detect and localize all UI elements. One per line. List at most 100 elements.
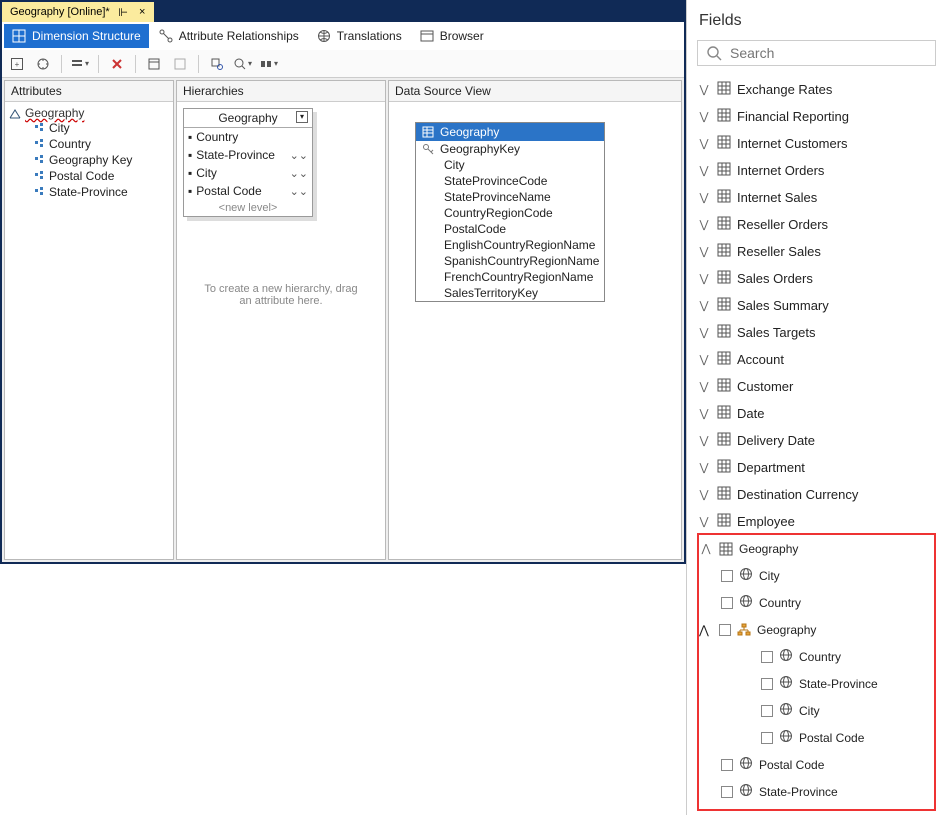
- view-dropdown[interactable]: [69, 53, 91, 75]
- expand-icon[interactable]: ⋁: [697, 272, 711, 285]
- field-table-row[interactable]: ⋁Internet Sales: [697, 184, 936, 211]
- field-table-row[interactable]: ⋁Account: [697, 346, 936, 373]
- field-attribute[interactable]: Country: [761, 643, 934, 670]
- expand-icon[interactable]: ⋁: [697, 164, 711, 177]
- expand-icon[interactable]: ⋁: [697, 353, 711, 366]
- field-attribute[interactable]: City: [761, 697, 934, 724]
- dsv-column[interactable]: CountryRegionCode: [416, 205, 604, 221]
- document-tab-geography[interactable]: Geography [Online]* ⊩ ×: [2, 2, 154, 22]
- attribute-item[interactable]: State-Province: [9, 184, 169, 200]
- dsv-key-row[interactable]: GeographyKey: [416, 141, 604, 157]
- process-button[interactable]: [32, 53, 54, 75]
- dsv-column[interactable]: SalesTerritoryKey: [416, 285, 604, 301]
- expand-icon[interactable]: ⋁: [697, 218, 711, 231]
- dsv-canvas[interactable]: Geography GeographyKey CityStateProvince…: [389, 102, 681, 559]
- dsv-table-geography[interactable]: Geography GeographyKey CityStateProvince…: [415, 122, 605, 302]
- field-attribute[interactable]: Country: [721, 589, 934, 616]
- hierarchy-level[interactable]: ▪Country: [184, 128, 312, 146]
- attributes-tree[interactable]: Geography CityCountryGeography KeyPostal…: [5, 102, 173, 204]
- collapse-icon[interactable]: ⋀: [699, 623, 713, 637]
- attribute-item[interactable]: City: [9, 120, 169, 136]
- field-table-geography[interactable]: ⋀ Geography: [699, 535, 934, 562]
- field-hierarchy-geography[interactable]: ⋀ Geography: [721, 616, 934, 643]
- field-attribute[interactable]: State-Province: [761, 670, 934, 697]
- attribute-item[interactable]: Geography Key: [9, 152, 169, 168]
- tab-attribute-relationships[interactable]: Attribute Relationships: [151, 24, 307, 48]
- collapse-icon[interactable]: ⋀: [699, 542, 713, 555]
- tab-browser[interactable]: Browser: [412, 24, 492, 48]
- hierarchy-dropdown-icon[interactable]: ▾: [296, 111, 308, 123]
- find-table-button[interactable]: [206, 53, 228, 75]
- field-table-row[interactable]: ⋁Internet Orders: [697, 157, 936, 184]
- expand-icon[interactable]: ⋁: [697, 488, 711, 501]
- expand-icon[interactable]: ⋁: [697, 461, 711, 474]
- expand-icon[interactable]: ⋁: [697, 434, 711, 447]
- expand-icon[interactable]: ⋁: [697, 137, 711, 150]
- field-attribute[interactable]: State-Province: [721, 778, 934, 805]
- dsv-column[interactable]: StateProvinceCode: [416, 173, 604, 189]
- field-checkbox[interactable]: [721, 570, 733, 582]
- hierarchy-level[interactable]: ▪Postal Code⌄⌄: [184, 182, 312, 200]
- attribute-item[interactable]: Postal Code: [9, 168, 169, 184]
- expand-icon[interactable]: ⋁: [697, 191, 711, 204]
- field-table-row[interactable]: ⋁Sales Summary: [697, 292, 936, 319]
- field-table-row[interactable]: ⋁Destination Currency: [697, 481, 936, 508]
- fields-search[interactable]: [697, 40, 936, 66]
- field-table-row[interactable]: ⋁Sales Orders: [697, 265, 936, 292]
- tab-dimension-structure[interactable]: Dimension Structure: [4, 24, 149, 48]
- field-table-row[interactable]: ⋁Employee: [697, 508, 936, 535]
- hierarchy-card-geography[interactable]: Geography ▾ ▪Country▪State-Province⌄⌄▪Ci…: [183, 108, 313, 217]
- field-checkbox[interactable]: [721, 786, 733, 798]
- dsv-column[interactable]: StateProvinceName: [416, 189, 604, 205]
- close-icon[interactable]: ×: [137, 6, 148, 18]
- field-checkbox[interactable]: [721, 759, 733, 771]
- dsv-column[interactable]: SpanishCountryRegionName: [416, 253, 604, 269]
- delete-button[interactable]: [106, 53, 128, 75]
- field-table-row[interactable]: ⋁Sales Targets: [697, 319, 936, 346]
- expand-icon[interactable]: ⋁: [697, 299, 711, 312]
- field-attribute[interactable]: City: [721, 562, 934, 589]
- attribute-item[interactable]: Country: [9, 136, 169, 152]
- zoom-dropdown[interactable]: [232, 53, 254, 75]
- pin-icon[interactable]: ⊩: [118, 6, 129, 19]
- expand-icon[interactable]: ⋁: [697, 245, 711, 258]
- expand-icon[interactable]: ⋁: [697, 326, 711, 339]
- field-table-row[interactable]: ⋁Exchange Rates: [697, 76, 936, 103]
- writeback-dropdown[interactable]: [258, 53, 280, 75]
- show-tree-button[interactable]: [169, 53, 191, 75]
- tab-translations[interactable]: Translations: [309, 24, 410, 48]
- field-checkbox[interactable]: [761, 705, 773, 717]
- add-bi-button[interactable]: +: [6, 53, 28, 75]
- expand-icon[interactable]: ⋁: [697, 83, 711, 96]
- dsv-column[interactable]: PostalCode: [416, 221, 604, 237]
- field-checkbox[interactable]: [721, 597, 733, 609]
- field-table-row[interactable]: ⋁Customer: [697, 373, 936, 400]
- field-table-row[interactable]: ⋁Reseller Orders: [697, 211, 936, 238]
- hierarchy-new-level[interactable]: <new level>: [184, 200, 312, 216]
- expand-icon[interactable]: ⋁: [697, 380, 711, 393]
- field-table-row[interactable]: ⋁Financial Reporting: [697, 103, 936, 130]
- field-table-row[interactable]: ⋁Internet Customers: [697, 130, 936, 157]
- field-table-row[interactable]: ⋁Date: [697, 400, 936, 427]
- field-checkbox[interactable]: [761, 651, 773, 663]
- dsv-column[interactable]: EnglishCountryRegionName: [416, 237, 604, 253]
- expand-icon[interactable]: ⋁: [697, 110, 711, 123]
- dsv-column[interactable]: FrenchCountryRegionName: [416, 269, 604, 285]
- show-table-button[interactable]: [143, 53, 165, 75]
- field-attribute[interactable]: Postal Code: [721, 751, 934, 778]
- field-table-row[interactable]: ⋁Reseller Sales: [697, 238, 936, 265]
- hierarchy-level[interactable]: ▪City⌄⌄: [184, 164, 312, 182]
- field-checkbox[interactable]: [761, 678, 773, 690]
- hierarchy-level[interactable]: ▪State-Province⌄⌄: [184, 146, 312, 164]
- dsv-column[interactable]: City: [416, 157, 604, 173]
- fields-table-list[interactable]: ⋁Exchange Rates⋁Financial Reporting⋁Inte…: [697, 76, 936, 535]
- attribute-root[interactable]: Geography: [9, 106, 169, 120]
- field-checkbox[interactable]: [761, 732, 773, 744]
- field-attribute[interactable]: Postal Code: [761, 724, 934, 751]
- expand-icon[interactable]: ⋁: [697, 515, 711, 528]
- search-input[interactable]: [730, 45, 927, 61]
- expand-icon[interactable]: ⋁: [697, 407, 711, 420]
- field-table-row[interactable]: ⋁Delivery Date: [697, 427, 936, 454]
- field-table-row[interactable]: ⋁Department: [697, 454, 936, 481]
- field-checkbox[interactable]: [719, 624, 731, 636]
